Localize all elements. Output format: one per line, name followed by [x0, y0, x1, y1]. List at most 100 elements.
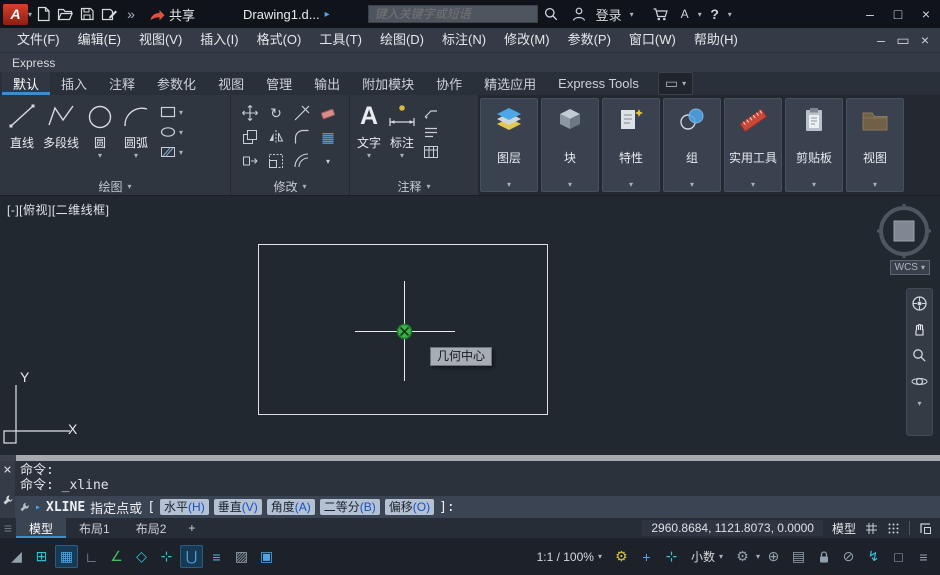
- move-icon[interactable]: [237, 101, 263, 125]
- draw-panel-title[interactable]: 绘图: [0, 177, 230, 195]
- grid-display-icon[interactable]: [865, 522, 878, 535]
- groups-panel-button[interactable]: 组: [663, 98, 721, 192]
- layout-tab-layout1[interactable]: 布局1: [66, 518, 123, 538]
- view-panel-button[interactable]: 视图: [846, 98, 904, 192]
- command-wrench-icon[interactable]: [2, 494, 14, 506]
- line-tool[interactable]: 直线: [4, 101, 40, 151]
- modify-more-icon[interactable]: [315, 149, 341, 173]
- model-space-toggle[interactable]: 模型: [832, 520, 856, 537]
- wcs-selector[interactable]: WCS: [889, 260, 930, 275]
- coordinate-display[interactable]: 2960.8684, 1121.8073, 0.0000: [642, 520, 823, 536]
- leader-tool[interactable]: [423, 103, 439, 121]
- pan-hand-icon[interactable]: [911, 321, 928, 338]
- annotation-monitor-icon[interactable]: [762, 545, 785, 568]
- rotate-icon[interactable]: [263, 101, 289, 125]
- crosshair-icon[interactable]: [660, 545, 683, 568]
- option-horizontal[interactable]: 水平 (H): [160, 499, 209, 515]
- command-close-icon[interactable]: [3, 462, 11, 478]
- erase-icon[interactable]: [315, 101, 341, 125]
- save-as-button[interactable]: [98, 3, 120, 25]
- table-tool[interactable]: [423, 143, 439, 161]
- maximize-button[interactable]: [884, 0, 912, 28]
- graphics-performance-icon[interactable]: [862, 545, 885, 568]
- dimension-tool[interactable]: 标注: [384, 101, 420, 160]
- close-button[interactable]: [912, 0, 940, 28]
- units-control[interactable]: 小数: [685, 548, 729, 565]
- doc-close-button[interactable]: [914, 30, 936, 50]
- command-tools-icon[interactable]: [19, 502, 30, 513]
- ellipse-tool[interactable]: [160, 123, 183, 141]
- share-button[interactable]: 共享: [142, 5, 201, 24]
- rectangle-tool[interactable]: [160, 103, 183, 121]
- orbit-icon[interactable]: [911, 373, 928, 390]
- ribbon-tab-parametric[interactable]: 参数化: [146, 72, 207, 95]
- menu-help[interactable]: 帮助(H): [685, 28, 747, 52]
- apps-chevron-icon[interactable]: [698, 10, 702, 19]
- sign-in-button[interactable]: 登录: [592, 3, 626, 25]
- hatch-tool[interactable]: [160, 143, 183, 161]
- customize-statusbar-icon[interactable]: [912, 545, 935, 568]
- snap-dots-icon[interactable]: [887, 522, 900, 535]
- viewport-corner-icon[interactable]: [919, 522, 932, 535]
- ortho-mode-icon[interactable]: [80, 545, 103, 568]
- document-title[interactable]: Drawing1.d...: [243, 7, 330, 22]
- menu-modify[interactable]: 修改(M): [495, 28, 559, 52]
- viewcube[interactable]: [876, 201, 932, 259]
- option-offset[interactable]: 偏移 (O): [384, 499, 435, 515]
- grid-display-toggle-icon[interactable]: [55, 545, 78, 568]
- scale-icon[interactable]: [263, 149, 289, 173]
- transparency-icon[interactable]: [230, 545, 253, 568]
- snap-mode-icon[interactable]: [30, 545, 53, 568]
- ribbon-display-toggle[interactable]: [657, 72, 694, 95]
- menu-tools[interactable]: 工具(T): [310, 28, 371, 52]
- command-input-row[interactable]: XLINE 指定点或 [ 水平(H) 垂直(V) 角度(A) 二等分(B) 偏移…: [15, 496, 940, 518]
- block-panel-button[interactable]: 块: [541, 98, 599, 192]
- layout-grip-icon[interactable]: [0, 520, 16, 536]
- text-dropdown-icon[interactable]: [367, 151, 371, 160]
- circle-dropdown-icon[interactable]: [98, 151, 102, 160]
- menu-express[interactable]: Express: [12, 56, 55, 70]
- dimension-dropdown-icon[interactable]: [400, 151, 404, 160]
- menu-view[interactable]: 视图(V): [130, 28, 191, 52]
- doc-minimize-button[interactable]: [870, 30, 892, 50]
- mirror-icon[interactable]: [263, 125, 289, 149]
- array-icon[interactable]: [315, 125, 341, 149]
- stretch-icon[interactable]: [237, 149, 263, 173]
- annotation-scale-control[interactable]: 1:1 / 100%: [531, 550, 608, 564]
- workspace-switching-icon[interactable]: [731, 545, 754, 568]
- menu-file[interactable]: 文件(F): [8, 28, 69, 52]
- object-snap-tracking-icon[interactable]: [155, 545, 178, 568]
- lineweight-icon[interactable]: [205, 545, 228, 568]
- help-chevron-icon[interactable]: [728, 10, 732, 19]
- autoscale-icon[interactable]: [635, 545, 658, 568]
- menu-draw[interactable]: 绘图(D): [371, 28, 433, 52]
- annotation-visibility-icon[interactable]: [610, 545, 633, 568]
- layers-panel-button[interactable]: 图层: [480, 98, 538, 192]
- option-angle[interactable]: 角度 (A): [266, 499, 315, 515]
- clean-screen-icon[interactable]: [887, 545, 910, 568]
- ribbon-tab-output[interactable]: 输出: [303, 72, 351, 95]
- new-file-button[interactable]: [32, 3, 54, 25]
- new-layout-button[interactable]: +: [179, 521, 204, 535]
- ribbon-tab-express-tools[interactable]: Express Tools: [547, 72, 650, 95]
- option-bisect[interactable]: 二等分 (B): [319, 499, 380, 515]
- lock-ui-icon[interactable]: [812, 545, 835, 568]
- ribbon-tab-addins[interactable]: 附加模块: [351, 72, 425, 95]
- help-button[interactable]: [704, 3, 726, 25]
- ribbon-tab-manage[interactable]: 管理: [255, 72, 303, 95]
- app-menu-button[interactable]: A: [3, 3, 28, 25]
- save-button[interactable]: [76, 3, 98, 25]
- annotate-panel-title[interactable]: 注释: [350, 177, 478, 195]
- navigation-wheel-icon[interactable]: [911, 295, 928, 312]
- sign-in-chevron-icon[interactable]: [630, 10, 634, 19]
- menu-edit[interactable]: 编辑(E): [69, 28, 130, 52]
- arc-dropdown-icon[interactable]: [134, 151, 138, 160]
- minimize-button[interactable]: [856, 0, 884, 28]
- autodesk-apps-button[interactable]: [674, 3, 696, 25]
- infer-constraints-icon[interactable]: [5, 545, 28, 568]
- quick-properties-icon[interactable]: [787, 545, 810, 568]
- search-button[interactable]: [540, 3, 562, 25]
- offset-icon[interactable]: [289, 149, 315, 173]
- object-snap-icon[interactable]: [180, 545, 203, 568]
- text-tool[interactable]: A 文字: [354, 101, 384, 160]
